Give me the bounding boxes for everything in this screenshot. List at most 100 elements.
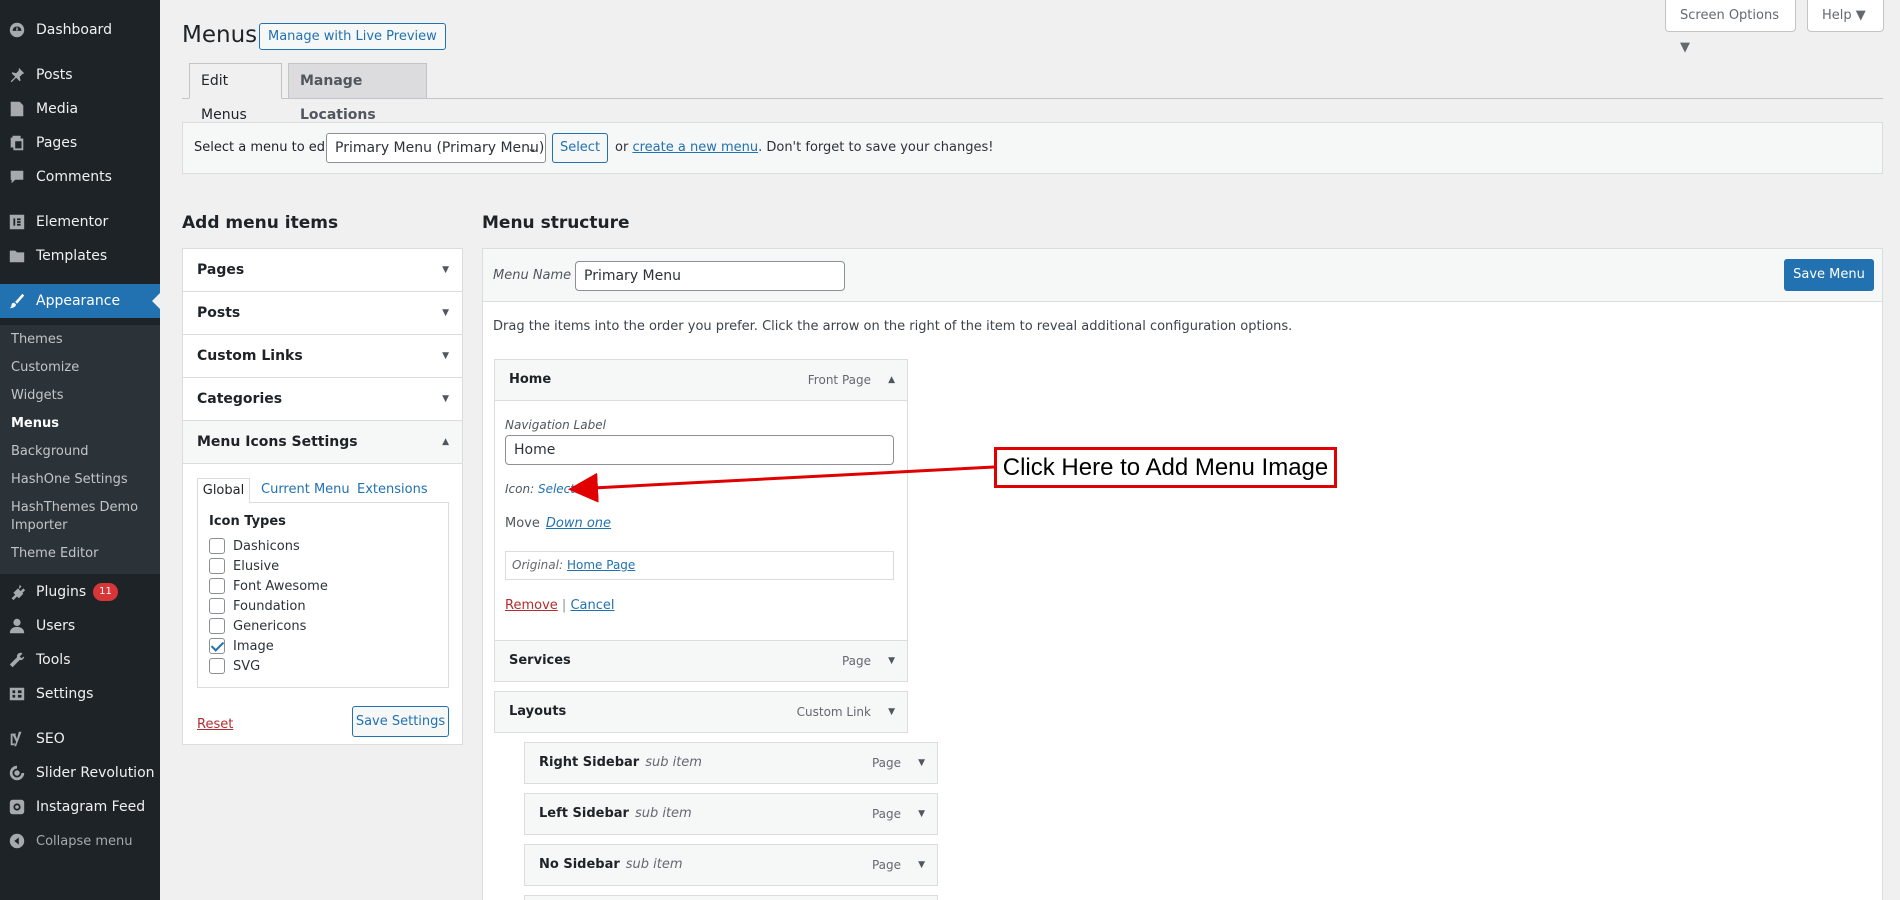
sidebar-item-tools[interactable]: Tools <box>0 643 160 677</box>
sidebar-item-appearance[interactable]: Appearance <box>0 284 160 318</box>
checkbox[interactable] <box>209 658 225 674</box>
sidebar-item-posts[interactable]: Posts <box>0 58 160 92</box>
menu-item-services[interactable]: Services Page ▼ <box>494 640 908 682</box>
accordion-categories[interactable]: Categories ▼ <box>183 378 462 421</box>
tab-current-menu[interactable]: Current Menu <box>261 478 350 503</box>
icon-select-link[interactable]: Select <box>538 482 575 496</box>
sidebar-item-settings[interactable]: Settings <box>0 677 160 711</box>
menu-item-type: Page <box>871 807 901 821</box>
media-icon <box>8 100 26 118</box>
sidebar-item-media[interactable]: Media <box>0 92 160 126</box>
checkbox-genericons[interactable]: Genericons <box>209 617 306 635</box>
checkbox-image[interactable]: Image <box>209 637 274 655</box>
sidebar-item-comments[interactable]: Comments <box>0 160 160 194</box>
menu-item-right-sidebar[interactable]: Right Sidebar sub item Page ▼ <box>524 742 938 784</box>
checkbox-checked[interactable] <box>209 638 225 654</box>
original-home-page-link[interactable]: Home Page <box>567 558 635 572</box>
accordion-custom-links[interactable]: Custom Links ▼ <box>183 335 462 378</box>
submenu-item-theme-editor[interactable]: Theme Editor <box>11 545 156 563</box>
submenu-item-menus[interactable]: Menus <box>11 415 156 433</box>
collapse-menu-button[interactable]: Collapse menu <box>0 824 160 858</box>
move-down-one-link[interactable]: Down one <box>546 516 611 531</box>
accordion-posts[interactable]: Posts ▼ <box>183 292 462 335</box>
navigation-label-input[interactable]: Home <box>505 435 894 465</box>
create-new-menu-link[interactable]: create a new menu <box>632 140 758 155</box>
collapse-icon <box>8 832 26 850</box>
sidebar-item-pages[interactable]: Pages <box>0 126 160 160</box>
triangle-down-icon[interactable]: ▼ <box>918 845 925 885</box>
select-menu-button[interactable]: Select <box>552 133 608 163</box>
sub-item-label: sub item <box>645 755 702 770</box>
checkbox-label: SVG <box>233 658 261 674</box>
sidebar-item-plugins[interactable]: Plugins 11 <box>0 575 160 609</box>
menu-item-title: Home <box>509 372 552 387</box>
checkbox-dashicons[interactable]: Dashicons <box>209 537 300 555</box>
triangle-down-icon: ▼ <box>442 265 449 275</box>
triangle-down-icon[interactable]: ▼ <box>888 692 895 732</box>
submenu-item-widgets[interactable]: Widgets <box>11 387 156 405</box>
sidebar-item-slider-revolution[interactable]: Slider Revolution <box>0 756 160 790</box>
triangle-down-icon[interactable]: ▼ <box>918 794 925 834</box>
sidebar-item-elementor[interactable]: Elementor <box>0 205 160 239</box>
screen-options-button[interactable]: Screen Options ▼ <box>1665 0 1796 55</box>
accordion-pages[interactable]: Pages ▼ <box>183 249 462 292</box>
submenu-item-hashone-settings[interactable]: HashOne Settings <box>11 471 156 489</box>
tab-manage-locations[interactable]: Manage Locations <box>288 63 427 123</box>
cancel-link[interactable]: Cancel <box>570 598 614 613</box>
reset-link[interactable]: Reset <box>197 717 233 732</box>
menu-structure-panel: Menu Name Primary Menu Save Menu Drag th… <box>482 248 1883 900</box>
checkbox-svg[interactable]: SVG <box>209 657 260 675</box>
live-preview-button[interactable]: Manage with Live Preview <box>259 23 446 50</box>
sidebar-item-dashboard[interactable]: Dashboard <box>0 13 160 47</box>
checkbox[interactable] <box>209 618 225 634</box>
sidebar-item-label: Media <box>36 101 79 117</box>
action-separator: | <box>561 598 567 613</box>
checkbox[interactable] <box>209 538 225 554</box>
menu-item-title: Left Sidebar sub item <box>539 806 692 821</box>
menu-item-left-sidebar[interactable]: Left Sidebar sub item Page ▼ <box>524 793 938 835</box>
submenu-item-background[interactable]: Background <box>11 443 156 461</box>
triangle-down-icon[interactable]: ▼ <box>888 641 895 681</box>
save-settings-button[interactable]: Save Settings <box>352 706 449 737</box>
tab-edit-menus[interactable]: Edit Menus <box>189 63 282 123</box>
sidebar-item-seo[interactable]: SEO <box>0 722 160 756</box>
original-link-box: Original: Home Page <box>505 551 894 580</box>
triangle-down-icon[interactable]: ▼ <box>918 743 925 783</box>
save-menu-button[interactable]: Save Menu <box>1784 259 1874 291</box>
sidebar-item-instagram-feed[interactable]: Instagram Feed <box>0 790 160 824</box>
menu-item-type: Page <box>841 654 871 668</box>
checkbox[interactable] <box>209 598 225 614</box>
checkbox-foundation[interactable]: Foundation <box>209 597 306 615</box>
appearance-submenu: Themes Customize Widgets Menus Backgroun… <box>0 325 160 574</box>
tab-extensions[interactable]: Extensions <box>357 478 428 503</box>
menu-name-input[interactable]: Primary Menu <box>575 261 845 291</box>
menu-icons-settings-panel: Global Current Menu Extensions Icon Type… <box>183 464 462 744</box>
menu-item-handle[interactable]: Home Front Page ▲ <box>495 360 907 401</box>
revolution-icon <box>8 764 26 782</box>
sidebar-item-label: Pages <box>36 135 78 151</box>
sidebar-item-templates[interactable]: Templates <box>0 239 160 273</box>
submenu-item-demo-importer[interactable]: HashThemes Demo Importer <box>11 499 156 535</box>
triangle-up-icon[interactable]: ▲ <box>888 360 895 400</box>
submenu-item-themes[interactable]: Themes <box>11 331 156 349</box>
submenu-item-customize[interactable]: Customize <box>11 359 156 377</box>
checkbox[interactable] <box>209 558 225 574</box>
sidebar-item-label: Templates <box>36 248 108 264</box>
help-button[interactable]: Help ▼ <box>1807 0 1884 32</box>
checkbox[interactable] <box>209 578 225 594</box>
checkbox-label: Foundation <box>233 598 306 614</box>
sidebar-item-label: SEO <box>36 731 65 747</box>
menu-select-dropdown[interactable]: Primary Menu (Primary Menu) ⌄ <box>326 133 546 163</box>
accordion-menu-icons-settings[interactable]: Menu Icons Settings ▲ <box>183 421 462 464</box>
tab-global[interactable]: Global <box>197 478 250 503</box>
menu-item-no-sidebar[interactable]: No Sidebar sub item Page ▼ <box>524 844 938 886</box>
checkbox-font-awesome[interactable]: Font Awesome <box>209 577 328 595</box>
checkbox-elusive[interactable]: Elusive <box>209 557 279 575</box>
sub-item-label: sub item <box>634 806 692 821</box>
sidebar-item-users[interactable]: Users <box>0 609 160 643</box>
menu-item-partial[interactable] <box>524 895 938 900</box>
menu-item-layouts[interactable]: Layouts Custom Link ▼ <box>494 691 908 733</box>
menu-item-type: Page <box>871 756 901 770</box>
checkbox-label: Font Awesome <box>233 578 328 594</box>
remove-link[interactable]: Remove <box>505 598 558 613</box>
